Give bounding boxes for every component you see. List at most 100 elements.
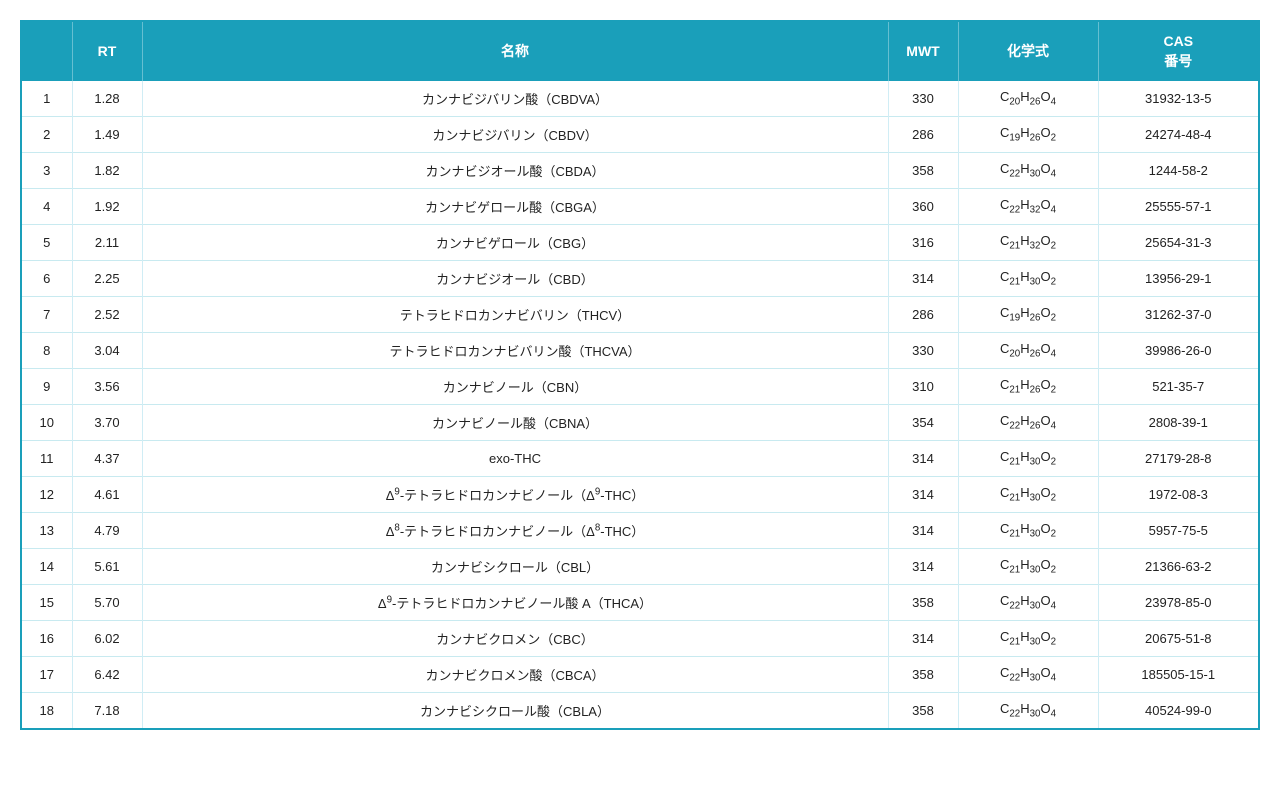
cell-rt: 3.70	[72, 405, 142, 441]
cell-mwt: 310	[888, 369, 958, 405]
cell-formula: C22H32O4	[958, 189, 1098, 225]
cell-mwt: 354	[888, 405, 958, 441]
cell-no: 8	[22, 333, 72, 369]
cell-rt: 6.42	[72, 656, 142, 692]
cell-mwt: 314	[888, 512, 958, 548]
cell-cas: 185505-15-1	[1098, 656, 1258, 692]
cell-formula: C20H26O4	[958, 81, 1098, 117]
table-row: 124.61Δ9-テトラヒドロカンナビノール（Δ9-THC）314C21H30O…	[22, 476, 1258, 512]
cell-mwt: 358	[888, 656, 958, 692]
cell-cas: 21366-63-2	[1098, 548, 1258, 584]
cell-rt: 4.37	[72, 441, 142, 477]
table-row: 176.42カンナビクロメン酸（CBCA）358C22H30O4185505-1…	[22, 656, 1258, 692]
cell-no: 7	[22, 297, 72, 333]
table-row: 62.25カンナビジオール（CBD）314C21H30O213956-29-1	[22, 261, 1258, 297]
cell-mwt: 330	[888, 333, 958, 369]
table-row: 93.56カンナビノール（CBN）310C21H26O2521-35-7	[22, 369, 1258, 405]
cell-name: カンナビシクロール（CBL）	[142, 548, 888, 584]
cell-no: 17	[22, 656, 72, 692]
cell-mwt: 316	[888, 225, 958, 261]
cell-rt: 4.61	[72, 476, 142, 512]
cell-mwt: 314	[888, 441, 958, 477]
cell-no: 6	[22, 261, 72, 297]
cell-cas: 31932-13-5	[1098, 81, 1258, 117]
header-name: 名称	[142, 22, 888, 81]
cell-rt: 2.11	[72, 225, 142, 261]
header-formula: 化学式	[958, 22, 1098, 81]
cell-mwt: 358	[888, 692, 958, 728]
cell-no: 10	[22, 405, 72, 441]
cell-no: 14	[22, 548, 72, 584]
cell-no: 3	[22, 153, 72, 189]
cell-no: 5	[22, 225, 72, 261]
cell-name: カンナビジバリン（CBDV）	[142, 117, 888, 153]
cell-mwt: 330	[888, 81, 958, 117]
header-no	[22, 22, 72, 81]
cell-name: テトラヒドロカンナビバリン酸（THCVA）	[142, 333, 888, 369]
cell-name: カンナビノール酸（CBNA）	[142, 405, 888, 441]
cell-rt: 2.52	[72, 297, 142, 333]
cell-rt: 1.49	[72, 117, 142, 153]
cell-formula: C21H30O2	[958, 476, 1098, 512]
cell-rt: 3.56	[72, 369, 142, 405]
cell-formula: C21H30O2	[958, 441, 1098, 477]
cell-mwt: 358	[888, 153, 958, 189]
cell-no: 9	[22, 369, 72, 405]
cell-name: テトラヒドロカンナビバリン（THCV）	[142, 297, 888, 333]
cell-cas: 25654-31-3	[1098, 225, 1258, 261]
main-table-wrapper: RT 名称 MWT 化学式 CAS番号 11.28カンナビジバリン酸（CBDVA…	[20, 20, 1260, 730]
cell-mwt: 286	[888, 297, 958, 333]
table-row: 72.52テトラヒドロカンナビバリン（THCV）286C19H26O231262…	[22, 297, 1258, 333]
cell-formula: C21H30O2	[958, 512, 1098, 548]
cell-mwt: 358	[888, 584, 958, 620]
cell-cas: 24274-48-4	[1098, 117, 1258, 153]
cell-cas: 1244-58-2	[1098, 153, 1258, 189]
header-cas: CAS番号	[1098, 22, 1258, 81]
cell-formula: C22H30O4	[958, 656, 1098, 692]
cell-mwt: 314	[888, 261, 958, 297]
cell-formula: C22H30O4	[958, 153, 1098, 189]
cell-formula: C21H30O2	[958, 548, 1098, 584]
cell-name: カンナビシクロール酸（CBLA）	[142, 692, 888, 728]
cell-formula: C22H30O4	[958, 692, 1098, 728]
cell-name: カンナビノール（CBN）	[142, 369, 888, 405]
cell-cas: 20675-51-8	[1098, 620, 1258, 656]
table-row: 21.49カンナビジバリン（CBDV）286C19H26O224274-48-4	[22, 117, 1258, 153]
cell-name: カンナビジバリン酸（CBDVA）	[142, 81, 888, 117]
cell-formula: C22H30O4	[958, 584, 1098, 620]
cell-name: カンナビゲロール酸（CBGA）	[142, 189, 888, 225]
header-rt: RT	[72, 22, 142, 81]
table-row: 83.04テトラヒドロカンナビバリン酸（THCVA）330C20H26O4399…	[22, 333, 1258, 369]
cell-cas: 25555-57-1	[1098, 189, 1258, 225]
compound-table: RT 名称 MWT 化学式 CAS番号 11.28カンナビジバリン酸（CBDVA…	[22, 22, 1258, 728]
table-row: 41.92カンナビゲロール酸（CBGA）360C22H32O425555-57-…	[22, 189, 1258, 225]
cell-rt: 3.04	[72, 333, 142, 369]
cell-no: 12	[22, 476, 72, 512]
cell-rt: 1.28	[72, 81, 142, 117]
cell-rt: 4.79	[72, 512, 142, 548]
cell-cas: 521-35-7	[1098, 369, 1258, 405]
cell-cas: 27179-28-8	[1098, 441, 1258, 477]
cell-cas: 39986-26-0	[1098, 333, 1258, 369]
cell-name: カンナビジオール酸（CBDA）	[142, 153, 888, 189]
table-row: 31.82カンナビジオール酸（CBDA）358C22H30O41244-58-2	[22, 153, 1258, 189]
cell-no: 13	[22, 512, 72, 548]
cell-name: Δ8-テトラヒドロカンナビノール（Δ8-THC）	[142, 512, 888, 548]
cell-cas: 1972-08-3	[1098, 476, 1258, 512]
table-header-row: RT 名称 MWT 化学式 CAS番号	[22, 22, 1258, 81]
cell-name: カンナビクロメン（CBC）	[142, 620, 888, 656]
table-row: 114.37exo-THC314C21H30O227179-28-8	[22, 441, 1258, 477]
cell-formula: C21H30O2	[958, 620, 1098, 656]
cell-mwt: 360	[888, 189, 958, 225]
cell-no: 15	[22, 584, 72, 620]
cell-cas: 2808-39-1	[1098, 405, 1258, 441]
cell-cas: 13956-29-1	[1098, 261, 1258, 297]
cell-rt: 1.82	[72, 153, 142, 189]
table-row: 11.28カンナビジバリン酸（CBDVA）330C20H26O431932-13…	[22, 81, 1258, 117]
cell-name: カンナビジオール（CBD）	[142, 261, 888, 297]
table-row: 103.70カンナビノール酸（CBNA）354C22H26O42808-39-1	[22, 405, 1258, 441]
table-row: 134.79Δ8-テトラヒドロカンナビノール（Δ8-THC）314C21H30O…	[22, 512, 1258, 548]
table-row: 145.61カンナビシクロール（CBL）314C21H30O221366-63-…	[22, 548, 1258, 584]
cell-rt: 6.02	[72, 620, 142, 656]
cell-formula: C20H26O4	[958, 333, 1098, 369]
